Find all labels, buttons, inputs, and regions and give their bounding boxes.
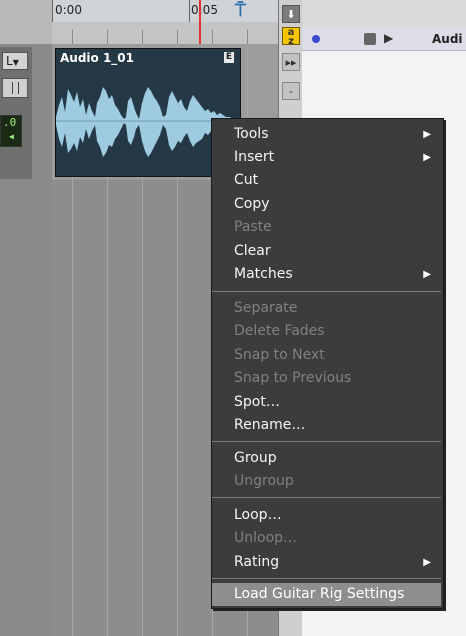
minus-icon[interactable]: -	[282, 82, 300, 100]
menu-item-insert[interactable]: Insert ▶	[212, 146, 441, 169]
volume-value: .0	[3, 116, 17, 129]
menu-item-load-guitar-rig-settings[interactable]: Load Guitar Rig Settings	[212, 583, 441, 606]
fast-forward-icon[interactable]: ▸▸	[282, 53, 300, 71]
menu-item-loop[interactable]: Loop…	[212, 504, 441, 527]
menu-item-label: Separate	[234, 300, 298, 316]
timeline-ruler[interactable]: 0:00 0:05 ⍑	[52, 0, 278, 45]
menu-item-label: Unloop…	[234, 530, 298, 546]
volume-arrow-icon: ◀	[9, 132, 14, 141]
menu-item-label: Loop…	[234, 507, 282, 523]
menu-item-label: Paste	[234, 219, 272, 235]
play-arrow-icon: ▶	[384, 31, 394, 45]
menu-item-label: Delete Fades	[234, 323, 325, 339]
menu-item-snap-to-next: Snap to Next	[212, 344, 441, 367]
time-label-start: 0:00	[55, 3, 82, 17]
marker-icon[interactable]: ⍑	[235, 2, 246, 20]
menu-item-snap-to-previous: Snap to Previous	[212, 367, 441, 390]
region-icon	[364, 33, 376, 45]
menu-item-clear[interactable]: Clear	[212, 240, 441, 263]
menu-item-label: Copy	[234, 196, 270, 212]
track-small-button[interactable]	[2, 78, 28, 98]
list-item[interactable]: ▶ Audi	[302, 28, 466, 51]
volume-readout[interactable]: .0 ◀	[0, 115, 22, 147]
menu-item-matches[interactable]: Matches ▶	[212, 263, 441, 286]
menu-item-label: Matches	[234, 266, 293, 282]
clip-name: Audio 1_01	[60, 51, 135, 65]
menu-item-label: Tools	[234, 126, 269, 142]
ruler-tick	[189, 0, 190, 22]
track-color-dot-icon	[312, 35, 320, 43]
menu-item-label: Load Guitar Rig Settings	[234, 586, 405, 602]
menu-item-label: Rename…	[234, 417, 306, 433]
menu-item-label: Ungroup	[234, 473, 294, 489]
ruler-subtick	[142, 30, 143, 44]
ruler-subtick	[107, 30, 108, 44]
menu-item-group[interactable]: Group	[212, 447, 441, 470]
menu-item-label: Snap to Next	[234, 347, 325, 363]
track-header: L▼ .0 ◀	[0, 0, 52, 636]
bar-row	[52, 22, 278, 44]
triangle-right-icon: ▶	[423, 557, 431, 568]
triangle-right-icon: ▶	[423, 269, 431, 280]
ruler-subtick	[247, 30, 248, 44]
ruler-subtick	[72, 30, 73, 44]
menu-item-label: Insert	[234, 149, 275, 165]
track-header-ruler	[0, 0, 52, 44]
ruler-subtick	[212, 30, 213, 44]
arrow-down-icon[interactable]: ⬇	[282, 5, 300, 23]
menu-item-rating[interactable]: Rating ▶	[212, 551, 441, 574]
menu-item-tools[interactable]: Tools ▶	[212, 123, 441, 146]
menu-item-separate: Separate	[212, 297, 441, 320]
menu-item-ungroup: Ungroup	[212, 470, 441, 493]
menu-item-delete-fades: Delete Fades	[212, 320, 441, 343]
menu-item-paste: Paste	[212, 216, 441, 239]
menu-divider	[212, 441, 441, 442]
menu-item-label: Rating	[234, 554, 280, 570]
output-selector[interactable]: L▼	[2, 52, 28, 70]
context-menu: Tools ▶ Insert ▶ Cut Copy Paste Clear Matc…	[211, 118, 444, 609]
triangle-right-icon: ▶	[423, 129, 431, 140]
menu-divider	[212, 578, 441, 579]
menu-item-label: Clear	[234, 243, 271, 259]
ruler-tick	[52, 0, 53, 22]
ruler-subtick	[177, 30, 178, 44]
menu-divider	[212, 497, 441, 498]
region-name: Audi	[432, 32, 463, 46]
menu-item-copy[interactable]: Copy	[212, 193, 441, 216]
menu-item-label: Snap to Previous	[234, 370, 352, 386]
playhead[interactable]	[199, 0, 201, 44]
clip-menu-icon[interactable]: E	[224, 52, 234, 63]
time-label-mark: 0:05	[191, 3, 218, 17]
menu-item-cut[interactable]: Cut	[212, 169, 441, 192]
menu-item-spot[interactable]: Spot…	[212, 391, 441, 414]
region-list-header	[302, 0, 466, 29]
triangle-right-icon: ▶	[423, 152, 431, 163]
menu-item-rename[interactable]: Rename…	[212, 414, 441, 437]
az-sort-icon[interactable]: az	[282, 27, 300, 47]
menu-divider	[212, 291, 441, 292]
menu-item-unloop: Unloop…	[212, 527, 441, 550]
menu-item-label: Cut	[234, 172, 259, 188]
menu-item-label: Group	[234, 450, 277, 466]
menu-item-label: Spot…	[234, 394, 280, 410]
output-label: L	[6, 54, 13, 68]
